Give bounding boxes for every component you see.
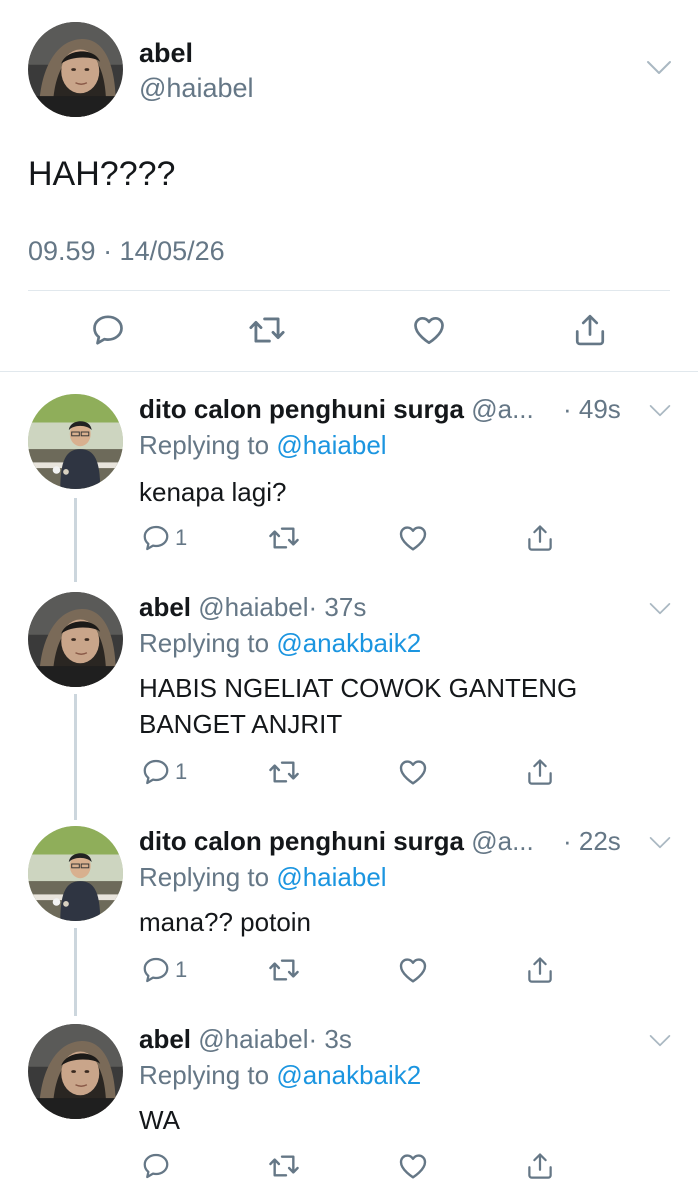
reply-icon[interactable] — [141, 1151, 171, 1181]
avatar[interactable] — [28, 592, 123, 687]
avatar[interactable] — [28, 826, 123, 921]
replying-to: Replying to @haiabel — [139, 862, 387, 893]
tweet-actions: 1 — [0, 952, 698, 988]
retweet-icon[interactable] — [268, 952, 300, 988]
replying-to: Replying to @anakbaik2 — [139, 1060, 421, 1091]
like-icon[interactable] — [397, 1148, 429, 1184]
replying-handle-link[interactable]: @anakbaik2 — [276, 1060, 421, 1090]
replying-to: Replying to @anakbaik2 — [139, 628, 421, 659]
user-handle[interactable]: @haiabel — [139, 73, 254, 104]
tweet-timestamp[interactable]: 09.59 · 14/05/26 — [28, 236, 225, 267]
replying-handle-link[interactable]: @haiabel — [276, 862, 386, 892]
reply-button[interactable]: 1 — [141, 754, 187, 790]
main-tweet: abel @haiabel HAH???? 09.59 · 14/05/26 — [0, 0, 698, 372]
reply-header: dito calon penghuni surga @a... — [139, 826, 534, 857]
tweet-text: WA — [139, 1105, 180, 1135]
avatar[interactable] — [28, 394, 123, 489]
replying-label: Replying to — [139, 430, 270, 460]
reply-header: dito calon penghuni surga @a... — [139, 394, 534, 425]
reply-icon[interactable] — [86, 308, 130, 352]
replying-label: Replying to — [139, 628, 270, 658]
tweet-actions — [0, 1148, 698, 1184]
tweet-time[interactable]: · 49s — [563, 394, 621, 425]
user-name[interactable]: abel — [139, 1024, 191, 1054]
chevron-down-icon[interactable] — [648, 600, 672, 618]
chevron-down-icon[interactable] — [648, 402, 672, 420]
share-icon[interactable] — [568, 308, 612, 352]
retweet-icon[interactable] — [245, 308, 289, 352]
reply-tweet[interactable]: abel @haiabel· 3s Replying to @anakbaik2… — [0, 1016, 698, 1199]
user-handle[interactable]: @haiabel — [198, 592, 308, 622]
reply-tweet[interactable]: dito calon penghuni surga @a... · 22s Re… — [0, 820, 698, 1016]
like-icon[interactable] — [397, 952, 429, 988]
replying-handle-link[interactable]: @anakbaik2 — [276, 628, 421, 658]
user-handle[interactable]: @a... — [471, 394, 534, 424]
tweet-text-line: BANGET ANJRIT — [139, 709, 343, 739]
share-icon[interactable] — [525, 520, 555, 556]
tweet-text: kenapa lagi? — [139, 477, 287, 507]
tweet-text: mana?? potoin — [139, 907, 312, 937]
reply-tweet[interactable]: abel @haiabel· 37s Replying to @anakbaik… — [0, 582, 698, 820]
share-icon[interactable] — [525, 952, 555, 988]
reply-count: 1 — [175, 525, 188, 550]
share-icon[interactable] — [525, 1148, 555, 1184]
avatar[interactable] — [28, 1024, 123, 1119]
share-icon[interactable] — [525, 754, 555, 790]
tweet-time[interactable]: · 37s — [309, 592, 367, 622]
user-name[interactable]: abel — [139, 38, 193, 69]
replying-label: Replying to — [139, 862, 270, 892]
reply-count: 1 — [175, 759, 188, 784]
tweet-text: HABIS NGELIAT COWOK GANTENG BANGET ANJRI… — [139, 670, 577, 742]
reply-icon[interactable] — [141, 757, 171, 787]
tweet-text-line: HABIS NGELIAT COWOK GANTENG — [139, 673, 578, 703]
user-name[interactable]: abel — [139, 592, 191, 622]
replying-handle-link[interactable]: @haiabel — [276, 430, 386, 460]
like-icon[interactable] — [407, 308, 451, 352]
tweet-actions: 1 — [0, 520, 698, 556]
reply-button[interactable]: 1 — [141, 520, 187, 556]
reply-count: 1 — [175, 957, 188, 982]
like-icon[interactable] — [397, 520, 429, 556]
user-handle[interactable]: @a... — [471, 826, 534, 856]
chevron-down-icon[interactable] — [645, 58, 673, 78]
tweet-time[interactable]: · 22s — [563, 826, 621, 857]
tweet-actions: 1 — [0, 754, 698, 790]
like-icon[interactable] — [397, 754, 429, 790]
user-name[interactable]: dito calon penghuni surga — [139, 394, 464, 424]
reply-icon[interactable] — [141, 523, 171, 553]
tweet-time[interactable]: · 3s — [309, 1024, 352, 1054]
replying-label: Replying to — [139, 1060, 270, 1090]
chevron-down-icon[interactable] — [648, 1032, 672, 1050]
reply-header: abel @haiabel· 37s — [139, 592, 366, 623]
reply-icon[interactable] — [141, 955, 171, 985]
divider — [28, 290, 670, 291]
avatar[interactable] — [28, 22, 123, 117]
tweet-text: HAH???? — [28, 155, 176, 193]
retweet-icon[interactable] — [268, 520, 300, 556]
user-handle[interactable]: @haiabel — [198, 1024, 308, 1054]
replying-to: Replying to @haiabel — [139, 430, 387, 461]
tweet-actions — [0, 308, 698, 356]
reply-tweet[interactable]: dito calon penghuni surga @a... · 49s Re… — [0, 372, 698, 582]
retweet-icon[interactable] — [268, 754, 300, 790]
user-name[interactable]: dito calon penghuni surga — [139, 826, 464, 856]
chevron-down-icon[interactable] — [648, 834, 672, 852]
retweet-icon[interactable] — [268, 1148, 300, 1184]
reply-button[interactable] — [141, 1148, 175, 1184]
reply-button[interactable]: 1 — [141, 952, 187, 988]
reply-header: abel @haiabel· 3s — [139, 1024, 352, 1055]
